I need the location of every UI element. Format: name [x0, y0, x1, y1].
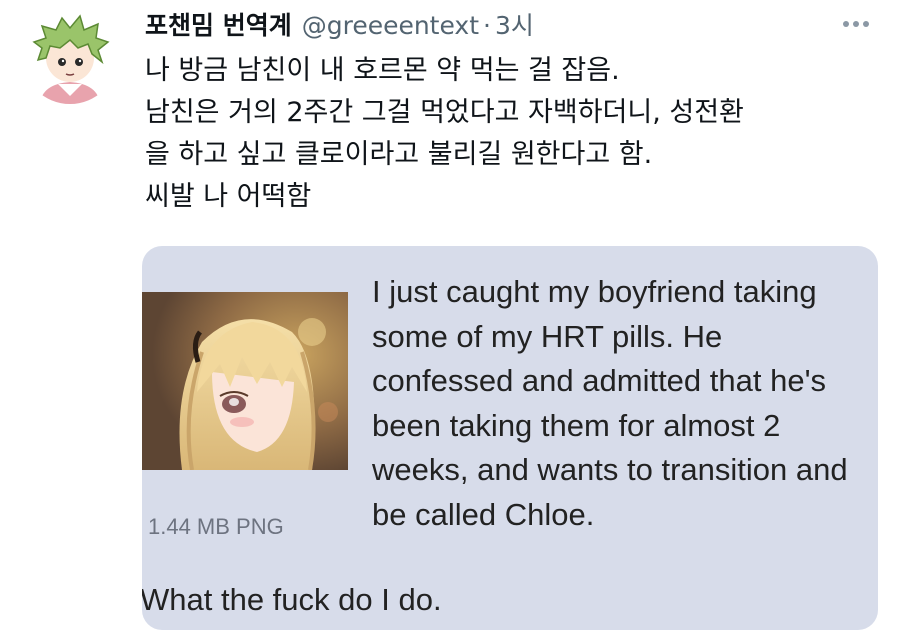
post-line: weeks, and wants to transition and — [372, 452, 848, 487]
tweet-text-line: 남친은 거의 2주간 그걸 먹었다고 자백하더니, 성전환 — [145, 97, 744, 128]
post-line: been taking them for almost 2 — [372, 407, 781, 443]
tweet-text-line: 나 방금 남친이 내 호르몬 약 먹는 걸 잡음. — [145, 55, 620, 86]
author-handle[interactable]: @greeeentext — [302, 11, 479, 40]
tweet-text: 나 방금 남친이 내 호르몬 약 먹는 걸 잡음. 남친은 거의 2주간 그걸 … — [145, 50, 875, 218]
avatar[interactable] — [22, 8, 118, 104]
tweet-media-image[interactable]: 1.44 MB PNG I just caught my boyfriend t… — [142, 246, 878, 630]
post-line: some of my HRT pills. He — [372, 318, 723, 354]
author-name[interactable]: 포챈밈 번역계 — [145, 6, 292, 42]
post-body: I just caught my boyfriend taking some o… — [372, 270, 878, 537]
separator-dot: · — [483, 11, 491, 40]
file-info: 1.44 MB PNG — [148, 514, 284, 539]
post-line: be called Chloe. — [372, 496, 595, 532]
tweet-header: 포챈밈 번역계 @greeeentext · 3시 — [145, 6, 840, 42]
more-horizontal-icon[interactable] — [836, 12, 876, 36]
post-line: confessed and admitted that he's — [372, 363, 826, 398]
tweet-text-line: 씨발 나 어떡함 — [145, 181, 312, 212]
tweet-text-line: 을 하고 싶고 클로이라고 불리길 원한다고 함. — [145, 139, 653, 170]
avatar-illustration — [22, 8, 118, 104]
followup-text: What the fuck do I do. — [142, 582, 442, 617]
tweet-timestamp[interactable]: 3시 — [495, 6, 534, 42]
anime-girl-thumbnail[interactable] — [142, 292, 348, 470]
post-line: I just caught my boyfriend taking — [372, 274, 817, 309]
